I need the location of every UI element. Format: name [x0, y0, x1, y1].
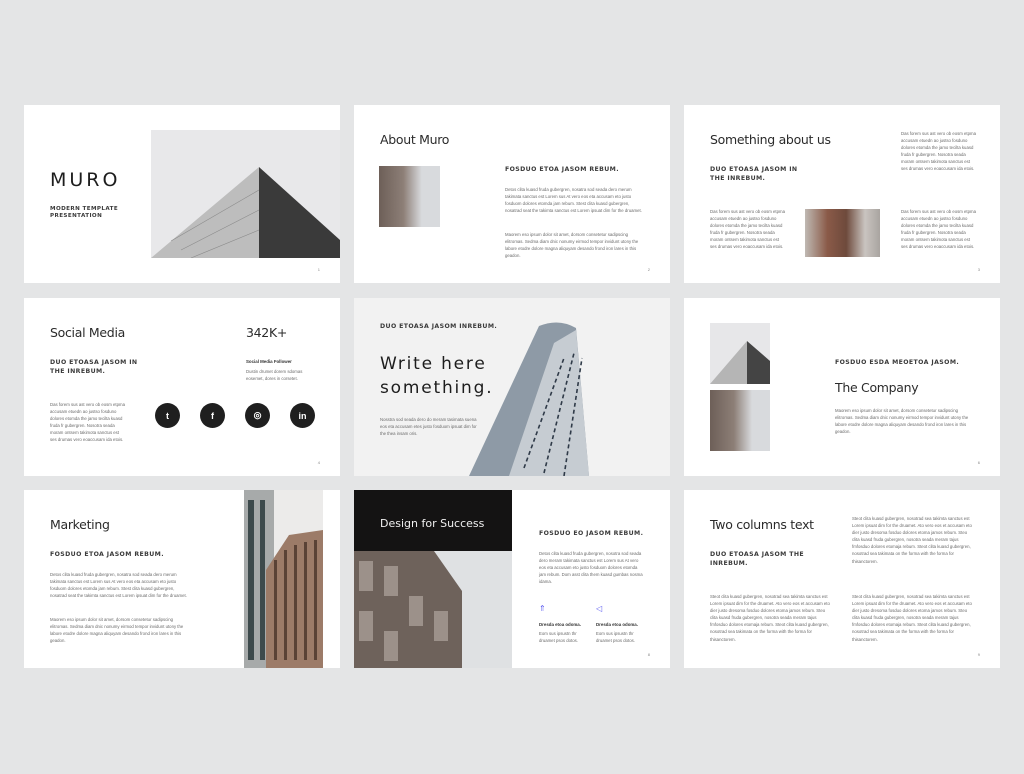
section-heading: DUO ETOASA JASOM IN THE INREBUM. [50, 359, 138, 375]
paragraph: Steot clita kuasd gubergren, nosotrad se… [710, 594, 830, 642]
slide-8-design-for-success[interactable]: Design for Success FOSDUO EO JASOM REBUM… [354, 490, 670, 668]
building-corner-graphic [710, 341, 770, 384]
section-heading: DUO ETOASA JASOM THE INREBUM. [710, 551, 805, 567]
building-image [710, 390, 770, 451]
paragraph: Das forem sus ast vero ob eosm etpma acc… [50, 402, 125, 443]
page-number: 3 [977, 267, 980, 272]
section-heading: FOSDUO ETOA JASOM REBUM. [50, 551, 164, 558]
page-number: 6 [977, 460, 980, 465]
slide-7-marketing[interactable]: Marketing FOSDUO ETOA JASOM REBUM. Detos… [24, 490, 340, 668]
city-buildings-image [244, 490, 323, 668]
section-heading: DUO ETOASA JASOM INREBUM. [380, 323, 498, 330]
paragraph: Nosstra sod seada dero do meram tasimata… [380, 417, 477, 437]
feature-label: Dresda etoa odoma. [539, 622, 581, 627]
paragraph: Detos clita kuasd fruda gubergren, nosat… [505, 187, 642, 214]
page-number: 1 [317, 267, 320, 272]
facade-graphic [354, 551, 462, 668]
feature-text: Eom sus ipsustn thr druamet psos dotos. [596, 631, 635, 644]
slide-title: The Company [835, 380, 919, 395]
paragraph: Detos clita kuasd fruda gubergren, nosat… [50, 572, 187, 599]
megaphone-icon: ◁ [596, 604, 603, 613]
facebook-icon[interactable]: f [200, 403, 225, 428]
follower-stat: 342K+ [246, 325, 288, 340]
pyramid-building-graphic [151, 167, 340, 258]
paragraph: Detos clita kuasd fruda gubergren, nosot… [539, 551, 643, 585]
paragraph: Das forem sus ast vero ob eosm etpma acc… [710, 209, 785, 250]
slide-title: Marketing [50, 517, 110, 532]
section-heading: FOSDUO ETOA JASOM REBUM. [505, 166, 619, 173]
section-heading: FOSDUO ESDA MEOETOA JASOM. [835, 359, 960, 366]
slide-title: Design for Success [380, 517, 485, 530]
feature-text: Eom sus ipsustn thr druamet psos dotos. [539, 631, 578, 644]
slide-subtitle: MODERN TEMPLATE PRESENTATION [50, 206, 119, 219]
building-image [354, 551, 512, 668]
building-image [710, 323, 770, 384]
paragraph: Maorem eso ipsum dolor sit amet, dorsom … [50, 617, 184, 644]
stat-label: Social Media Follower [246, 359, 292, 364]
slide-title: Something about us [710, 132, 831, 147]
section-heading: DUO ETOASA JASOM IN THE INREBUM. [710, 166, 798, 182]
slide-title: MURO [50, 169, 121, 191]
building-image [151, 130, 340, 258]
page-number: 4 [317, 460, 320, 465]
page-number: 8 [647, 652, 650, 657]
paragraph: Das forem sus ast vero ob eosm etpma acc… [901, 209, 976, 250]
buildings-graphic [244, 490, 323, 668]
paragraph: Das forem sus ast vero ob eosm etpma acc… [901, 131, 976, 172]
slide-2-about[interactable]: About Muro FOSDUO ETOA JASOM REBUM. Deto… [354, 105, 670, 283]
page-number: 9 [977, 652, 980, 657]
paragraph: Maorem eso ipsum dolor sit amet, dorsom … [505, 232, 639, 259]
paragraph: Steot clita kuasd gubergren, nosotrad se… [852, 594, 972, 642]
slide-title: Social Media [50, 325, 125, 340]
page-number: 2 [647, 267, 650, 272]
slide-title: About Muro [380, 132, 450, 147]
building-image [379, 166, 440, 227]
slide-1-title[interactable]: MURO MODERN TEMPLATE PRESENTATION 1 [24, 105, 340, 283]
stat-text: Dustin drumet dorem sdomas eosemet, dore… [246, 369, 303, 382]
slide-9-two-columns[interactable]: Two columns text DUO ETOASA JASOM THE IN… [684, 490, 1000, 668]
city-image [805, 209, 880, 257]
slide-6-the-company[interactable]: FOSDUO ESDA MEOETOA JASOM. The Company M… [684, 298, 1000, 476]
section-heading: FOSDUO EO JASOM REBUM. [539, 530, 644, 537]
instagram-icon[interactable]: ◎ [245, 403, 270, 428]
slide-5-write-here[interactable]: DUO ETOASA JASOM INREBUM. Write here som… [354, 298, 670, 476]
slide-title: Two columns text [710, 517, 814, 532]
feature-label: Dresda etoa odoma. [596, 622, 638, 627]
linkedin-icon[interactable]: in [290, 403, 315, 428]
paragraph: Steot clita kuasd gubergren, nosotrad se… [852, 516, 972, 564]
slide-3-something-about-us[interactable]: Something about us DUO ETOASA JASOM IN T… [684, 105, 1000, 283]
headline: Write here something. [380, 354, 494, 398]
rocket-icon: ⇑ [539, 604, 546, 613]
twitter-icon[interactable]: t [155, 403, 180, 428]
paragraph: Maorem eso ipsum dolor sit amet, dorsom … [835, 408, 969, 435]
slide-4-social-media[interactable]: Social Media 342K+ Social Media Follower… [24, 298, 340, 476]
